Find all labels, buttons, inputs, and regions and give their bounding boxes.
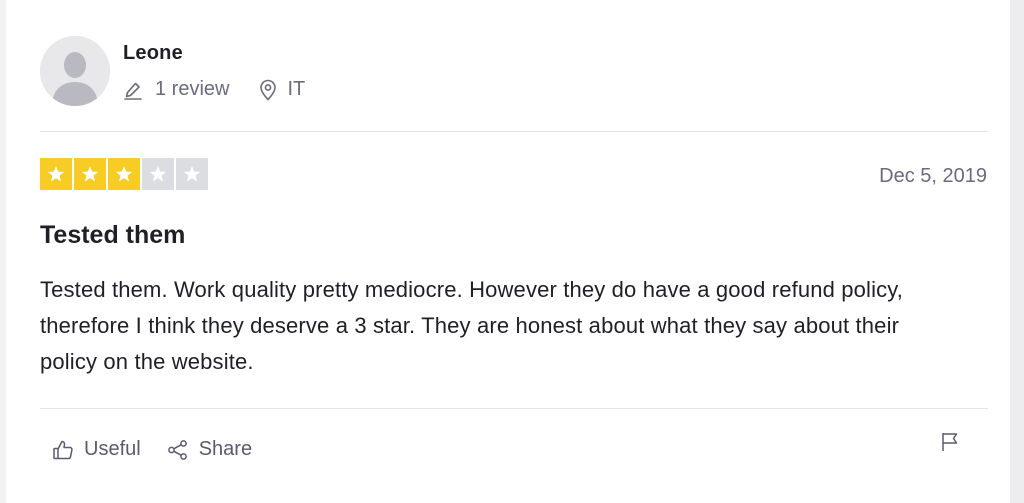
star-icon [47,166,65,182]
review-count: 1 review [123,78,229,101]
left-edge-strip [0,0,6,503]
star-empty [176,158,208,190]
location-pin-icon [259,79,277,101]
person-silhouette-icon [40,36,110,106]
star-icon [115,166,133,182]
star-filled [40,158,72,190]
star-icon [149,166,167,182]
avatar[interactable] [40,36,110,106]
star-rating [40,158,208,190]
star-filled [74,158,106,190]
reviewer-meta: 1 review IT [123,78,305,101]
review-title[interactable]: Tested them [40,221,185,250]
scrollbar-track[interactable] [1010,0,1024,503]
flag-button[interactable] [940,431,960,458]
star-icon [183,166,201,182]
flag-icon [942,433,958,451]
thumbs-up-icon [52,439,74,461]
divider [40,131,988,132]
star-icon [81,166,99,182]
share-button[interactable]: Share [167,438,252,461]
share-icon [167,439,189,461]
review-actions: Useful Share [52,438,252,461]
reviewer-name[interactable]: Leone [123,42,183,65]
reviewer-country: IT [259,78,305,101]
review-body: Tested them. Work quality pretty mediocr… [40,277,904,374]
review-card: Leone 1 review IT Dec 5, 2019 Tested the… [0,0,1024,503]
pencil-icon [123,80,143,100]
useful-label: Useful [84,438,141,460]
review-count-label: 1 review [155,78,230,100]
country-label: IT [287,78,306,100]
divider [40,408,988,409]
star-filled [108,158,140,190]
useful-button[interactable]: Useful [52,438,141,461]
star-empty [142,158,174,190]
share-label: Share [198,438,253,460]
review-date: Dec 5, 2019 [879,165,987,187]
